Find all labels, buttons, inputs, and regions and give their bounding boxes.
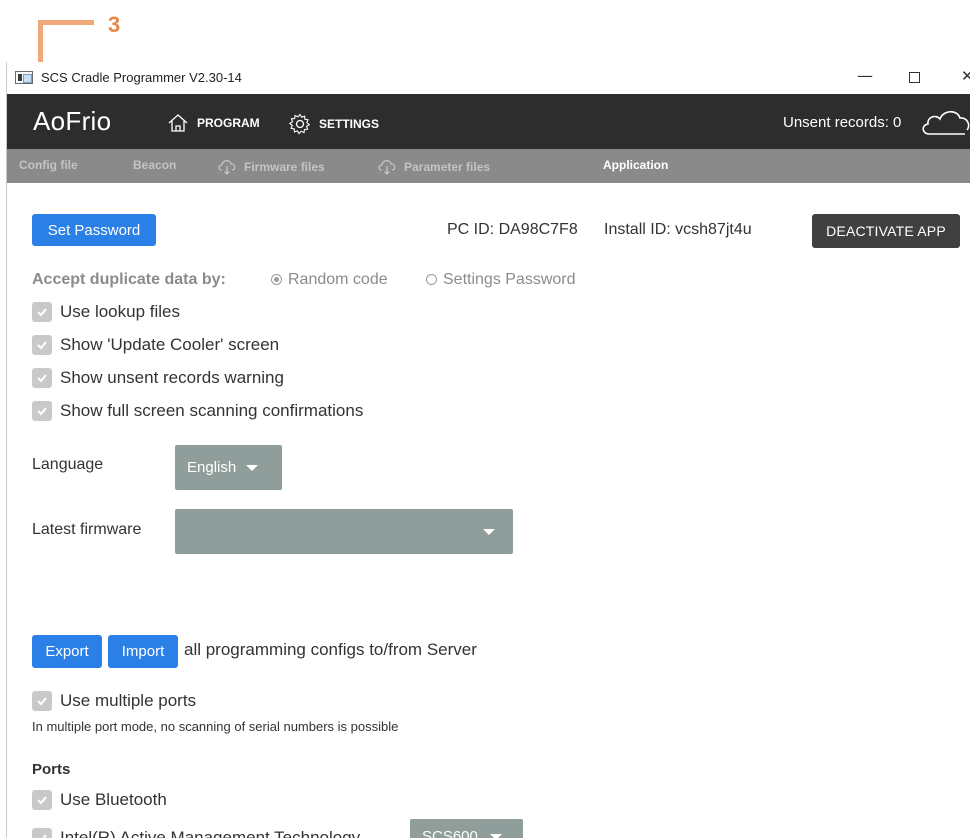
port-device-select[interactable]: SCS600 — [410, 819, 523, 838]
tab-parameter-files[interactable]: Parameter files — [377, 158, 490, 176]
tab-application[interactable]: Application — [603, 158, 668, 172]
checkbox-label: Show full screen scanning confirmations — [60, 401, 364, 420]
install-id: Install ID: vcsh87jt4u — [604, 221, 752, 238]
check-icon — [32, 302, 52, 322]
caret-down-icon — [489, 833, 502, 838]
checkbox-label: Use lookup files — [60, 302, 181, 321]
port-device-value: SCS600 — [422, 828, 478, 838]
checkbox-use-bluetooth[interactable]: Use Bluetooth — [32, 790, 167, 810]
tab-label: Parameter files — [404, 160, 491, 174]
pc-id: PC ID: DA98C7F8 — [447, 221, 578, 238]
unsent-records-count: Unsent records: 0 — [783, 114, 902, 131]
radio-unselected-icon — [426, 274, 437, 285]
checkbox-label: Show unsent records warning — [60, 368, 284, 387]
check-icon — [32, 828, 52, 838]
radio-label: Random code — [288, 271, 388, 288]
caret-down-icon — [246, 464, 259, 471]
checkbox-label: Use multiple ports — [60, 691, 197, 710]
application-settings-panel: Set Password PC ID: DA98C7F8 Install ID:… — [7, 183, 970, 838]
check-icon — [32, 368, 52, 388]
cloud-icon[interactable] — [919, 106, 970, 138]
checkbox-label: Use Bluetooth — [60, 790, 167, 809]
tab-label: Application — [603, 158, 669, 172]
tab-label: Firmware files — [244, 160, 325, 174]
callout-line — [38, 20, 94, 25]
top-nav: AoFrio PROGRAM SETTINGS Unsent records: … — [7, 94, 970, 149]
export-button[interactable]: Export — [32, 635, 102, 668]
nav-program-label: PROGRAM — [197, 116, 260, 130]
latest-firmware-select[interactable] — [175, 509, 513, 554]
nav-settings-label: SETTINGS — [319, 117, 380, 131]
checkbox-show-update-cooler[interactable]: Show 'Update Cooler' screen — [32, 335, 279, 355]
check-icon — [32, 790, 52, 810]
language-label: Language — [32, 456, 104, 473]
check-icon — [32, 335, 52, 355]
set-password-button[interactable]: Set Password — [32, 214, 156, 246]
checkbox-use-multiple-ports[interactable]: Use multiple ports — [32, 691, 196, 711]
logo: AoFrio — [33, 106, 112, 136]
radio-label: Settings Password — [443, 271, 576, 288]
language-select[interactable]: English — [175, 445, 282, 490]
caret-down-icon — [483, 528, 495, 535]
cloud-download-icon — [378, 160, 396, 175]
checkbox-full-screen-confirmations[interactable]: Show full screen scanning confirmations — [32, 401, 363, 421]
cloud-download-icon — [218, 160, 236, 175]
import-button[interactable]: Import — [108, 635, 178, 668]
export-import-description: all programming configs to/from Server — [184, 640, 477, 659]
close-button[interactable]: ✕ — [961, 67, 970, 85]
check-icon — [32, 401, 52, 421]
tab-beacon[interactable]: Beacon — [133, 158, 176, 172]
app-window: SCS Cradle Programmer V2.30-14 — ✕ AoFri… — [6, 62, 970, 838]
home-icon — [168, 114, 188, 132]
language-value: English — [187, 459, 237, 476]
maximize-button[interactable] — [909, 72, 920, 83]
multiple-port-note: In multiple port mode, no scanning of se… — [32, 719, 399, 734]
app-icon — [15, 71, 33, 84]
tab-config-file[interactable]: Config file — [19, 158, 78, 172]
window-title: SCS Cradle Programmer V2.30-14 — [41, 70, 242, 85]
check-icon — [32, 691, 52, 711]
tab-firmware-files[interactable]: Firmware files — [217, 158, 325, 176]
callout-number: 3 — [108, 12, 121, 37]
minimize-button[interactable]: — — [857, 66, 873, 85]
radio-random-code[interactable]: Random code — [271, 271, 388, 289]
latest-firmware-label: Latest firmware — [32, 521, 142, 538]
ports-heading: Ports — [32, 761, 71, 778]
checkbox-label: Intel(R) Active Management Technology... — [60, 828, 374, 838]
duplicate-data-label: Accept duplicate data by: — [32, 271, 226, 288]
gear-icon — [289, 113, 311, 135]
tab-label: Beacon — [133, 158, 177, 172]
title-bar: SCS Cradle Programmer V2.30-14 — ✕ — [7, 62, 970, 94]
checkbox-label: Show 'Update Cooler' screen — [60, 335, 280, 354]
nav-settings[interactable]: SETTINGS — [289, 113, 379, 135]
checkbox-intel-amt-port[interactable]: Intel(R) Active Management Technology... — [32, 828, 373, 838]
radio-selected-icon — [271, 274, 282, 285]
radio-settings-password[interactable]: Settings Password — [426, 271, 576, 289]
tab-label: Config file — [19, 158, 78, 172]
checkbox-show-unsent-warning[interactable]: Show unsent records warning — [32, 368, 284, 388]
deactivate-app-button[interactable]: DEACTIVATE APP — [812, 214, 960, 248]
sub-nav: Config file Beacon Firmware files Parame… — [7, 149, 970, 183]
nav-program[interactable]: PROGRAM — [167, 113, 260, 133]
checkbox-use-lookup-files[interactable]: Use lookup files — [32, 302, 180, 322]
